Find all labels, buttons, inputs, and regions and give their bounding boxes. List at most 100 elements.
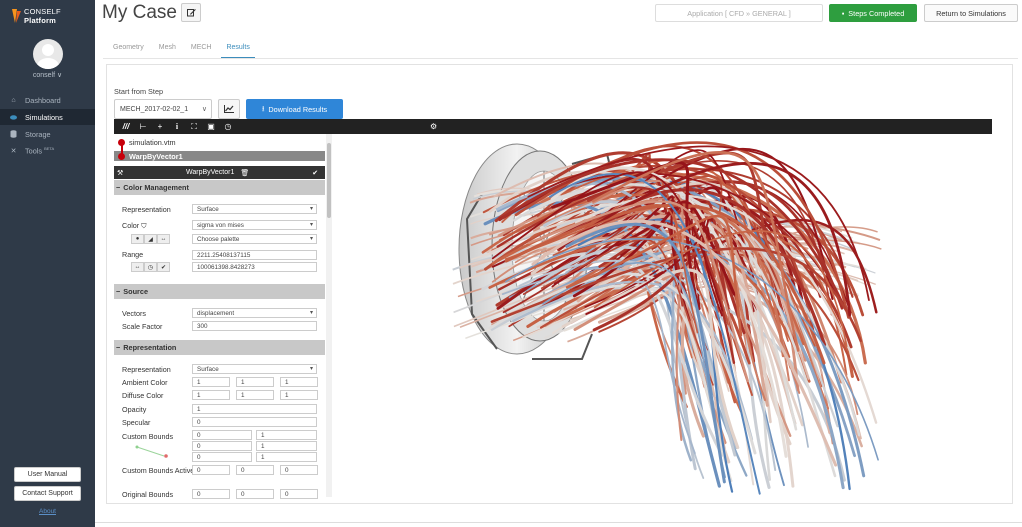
resize-arrows-icon[interactable]: ↔ — [131, 262, 144, 272]
steps-completed-button[interactable]: ▪ Steps Completed — [829, 4, 917, 22]
check-icon[interactable]: ✔ — [157, 262, 170, 272]
return-to-simulations-button[interactable]: Return to Simulations — [924, 4, 1018, 22]
palette-select[interactable]: Choose palette — [192, 234, 317, 244]
representation-label: Representation — [122, 365, 171, 374]
section-source[interactable]: − Source — [114, 284, 325, 299]
page-bottom-border — [95, 522, 1022, 523]
color-array-select[interactable]: sigma von mises — [192, 220, 317, 230]
beta-badge: BETA — [44, 146, 55, 152]
original-bounds-y[interactable]: 0 — [236, 489, 274, 499]
arrows-icon[interactable]: ↔ — [157, 234, 170, 244]
brand-logo[interactable]: CONSELF Platform — [11, 7, 95, 25]
scrollbar-thumb[interactable] — [327, 143, 331, 218]
sidebar-item-label: Simulations — [25, 112, 63, 122]
user-manual-button[interactable]: User Manual — [14, 467, 81, 482]
range-max-input[interactable]: 100061398.8428273 — [192, 262, 317, 272]
tab-geometry[interactable]: Geometry — [108, 42, 149, 59]
diffuse-g-input[interactable]: 1 — [236, 390, 274, 400]
clock-icon[interactable]: ◷ — [224, 122, 232, 131]
custom-bounds-zmax[interactable]: 1 — [256, 452, 317, 462]
sidebar-item-simulations[interactable]: Simulations — [0, 109, 95, 125]
pipeline-item-warp[interactable]: WarpByVector1 — [129, 152, 183, 161]
collapse-icon: − — [116, 287, 121, 296]
step-select-value: MECH_2017-02-02_1 — [120, 105, 189, 113]
custom-bounds-zmin[interactable]: 0 — [192, 452, 252, 462]
edit-title-button[interactable] — [181, 3, 201, 22]
specular-input[interactable]: 0 — [192, 417, 317, 427]
bookmark-icon[interactable]: ⛉ — [141, 221, 146, 230]
about-link[interactable]: About — [0, 508, 95, 515]
representation-select[interactable]: Surface — [192, 204, 317, 214]
settings-icon[interactable]: ⚙ — [430, 119, 437, 134]
bounds-active-x[interactable]: 0 — [192, 465, 230, 475]
custom-bounds-ymax[interactable]: 1 — [256, 441, 317, 451]
gradient-icon[interactable]: ◢ — [144, 234, 157, 244]
sidebar-item-storage[interactable]: Storage — [0, 126, 95, 142]
tab-mesh[interactable]: Mesh — [154, 42, 181, 59]
opacity-input[interactable]: 1 — [192, 404, 317, 414]
custom-bounds-xmin[interactable]: 0 — [192, 430, 252, 440]
simulation-render[interactable] — [332, 134, 992, 499]
sidebar: CONSELF Platform conself ∨ ⌂ Dashboard S… — [0, 0, 95, 527]
application-info: Application [ CFD » GENERAL ] — [655, 4, 823, 22]
pipeline-visibility-icon[interactable] — [118, 153, 125, 160]
sidebar-item-dashboard[interactable]: ⌂ Dashboard — [0, 92, 95, 108]
vectors-select[interactable]: displacement — [192, 308, 317, 318]
download-results-button[interactable]: ⭳ Download Results — [246, 99, 343, 119]
info-icon[interactable]: i — [173, 122, 181, 131]
original-bounds-x[interactable]: 0 — [192, 489, 230, 499]
properties-title: WarpByVector1 — [186, 169, 235, 176]
3d-viewport[interactable] — [332, 134, 992, 499]
username-menu[interactable]: conself ∨ — [0, 71, 95, 79]
bounds-active-y[interactable]: 0 — [236, 465, 274, 475]
tab-bar: Geometry Mesh MECH Results — [108, 42, 260, 59]
clock-icon[interactable]: ◷ — [144, 262, 157, 272]
section-color-management[interactable]: − Color Management — [114, 180, 325, 195]
scale-factor-input[interactable]: 300 — [192, 321, 317, 331]
step-select[interactable]: MECH_2017-02-02_1 ∨ — [114, 99, 212, 119]
diffuse-color-label: Diffuse Color — [122, 391, 164, 400]
drop-icon[interactable]: ● — [131, 234, 144, 244]
diffuse-b-input[interactable]: 1 — [280, 390, 318, 400]
collapse-icon: − — [116, 183, 121, 192]
pipeline-visibility-icon[interactable] — [118, 139, 125, 146]
section-title: Representation — [123, 343, 177, 352]
ambient-color-label: Ambient Color — [122, 378, 168, 387]
collapse-icon: − — [116, 343, 121, 352]
sidebar-item-tools[interactable]: ✕ Tools BETA — [0, 143, 95, 159]
add-filter-icon[interactable]: + — [156, 122, 164, 131]
scale-factor-label: Scale Factor — [122, 322, 163, 331]
trash-icon[interactable]: 🗑 — [240, 169, 249, 177]
pipeline-item-simulation[interactable]: simulation.vtm — [129, 138, 176, 147]
ambient-g-input[interactable]: 1 — [236, 377, 274, 387]
custom-bounds-xmax[interactable]: 1 — [256, 430, 317, 440]
custom-bounds-ymin[interactable]: 0 — [192, 441, 252, 451]
pipeline-tree-icon[interactable]: ⊢ — [139, 122, 147, 131]
color-label: Color ⛉ — [122, 221, 147, 231]
contact-support-button[interactable]: Contact Support — [14, 486, 81, 501]
tools-icon[interactable]: ⚒ — [117, 169, 129, 177]
range-min-input[interactable]: 2211.25408137115 — [192, 250, 317, 260]
start-from-step-label: Start from Step — [114, 87, 164, 96]
ambient-b-input[interactable]: 1 — [280, 377, 318, 387]
tab-mech[interactable]: MECH — [186, 42, 217, 59]
avatar[interactable] — [33, 39, 63, 69]
properties-panel: − Color Management Representation Surface… — [114, 179, 325, 499]
paraview-logo-icon[interactable]: /// — [122, 122, 130, 131]
custom-bounds-label: Custom Bounds — [122, 432, 174, 441]
bounds-active-z[interactable]: 0 — [280, 465, 318, 475]
fullscreen-icon[interactable]: ⛶ — [190, 122, 198, 132]
sidebar-item-label: Tools — [25, 146, 43, 156]
sidebar-item-label: Storage — [25, 129, 51, 139]
representation-mode-select[interactable]: Surface — [192, 364, 317, 374]
apply-check-icon[interactable]: ✔ — [312, 169, 318, 177]
tab-results[interactable]: Results — [221, 42, 255, 59]
ambient-r-input[interactable]: 1 — [192, 377, 230, 387]
original-bounds-z[interactable]: 0 — [280, 489, 318, 499]
save-icon[interactable]: ▣ — [207, 122, 215, 131]
section-representation[interactable]: − Representation — [114, 340, 325, 355]
download-icon: ⭳ — [261, 103, 265, 113]
range-label: Range — [122, 250, 144, 259]
chart-button[interactable] — [218, 99, 240, 119]
diffuse-r-input[interactable]: 1 — [192, 390, 230, 400]
